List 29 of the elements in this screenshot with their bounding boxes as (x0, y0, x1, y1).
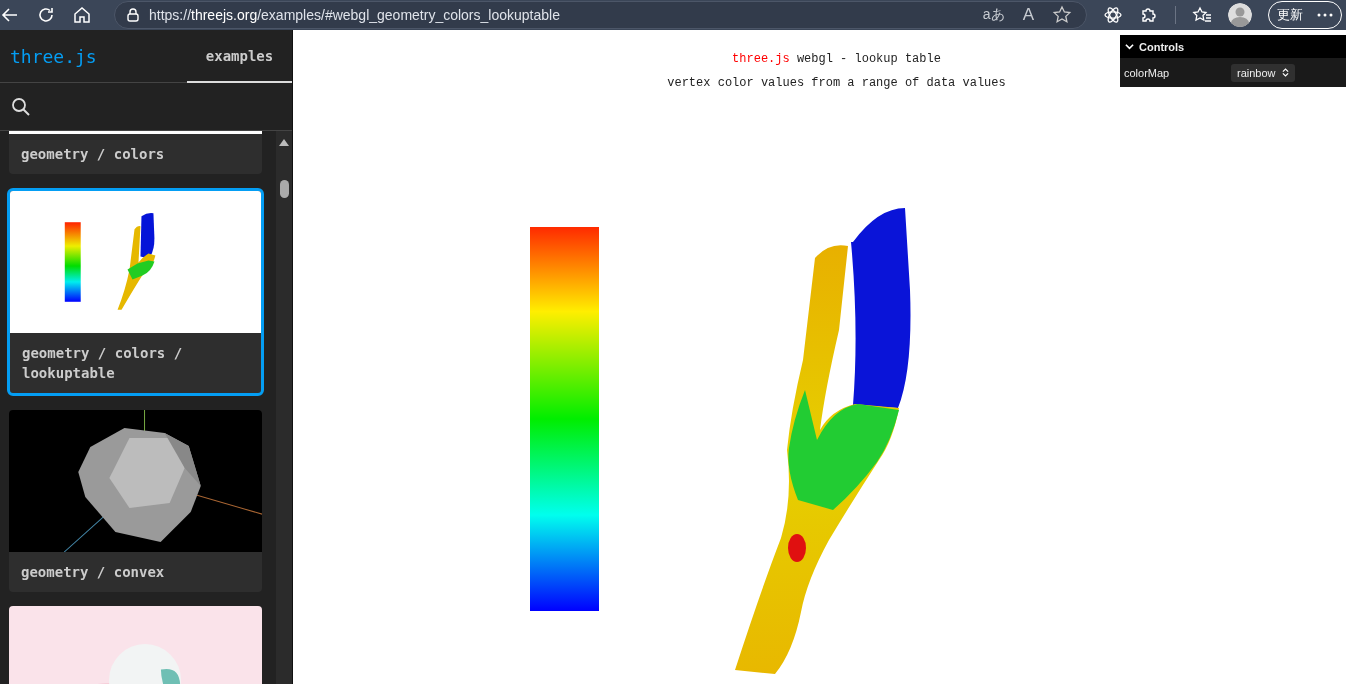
lock-icon (125, 7, 141, 23)
url-text: https://threejs.org/examples/#webgl_geometry_colors_lookuptable (149, 7, 560, 23)
scroll-up-icon[interactable] (279, 139, 289, 146)
control-label: colorMap (1124, 66, 1171, 79)
page-subtitle: vertex color values from a range of data values (667, 75, 1006, 92)
controls-header[interactable]: Controls (1120, 35, 1346, 58)
avatar-icon[interactable] (1228, 3, 1252, 27)
search-icon[interactable] (11, 96, 31, 117)
updown-icon (1281, 68, 1289, 77)
more-icon[interactable] (1317, 13, 1333, 17)
colormap-select[interactable]: rainbow (1231, 63, 1295, 82)
favorites-icon[interactable] (1192, 5, 1212, 25)
example-card[interactable]: geometry / convex (9, 410, 262, 592)
scrollbar-thumb[interactable] (279, 180, 289, 198)
example-card[interactable]: geometry / colors / lookuptable (7, 188, 264, 396)
logo[interactable]: three.js (0, 30, 187, 82)
caret-icon (1125, 42, 1134, 51)
home-icon[interactable] (72, 5, 92, 25)
scrollbar[interactable] (276, 131, 292, 684)
star-icon[interactable] (1052, 5, 1072, 25)
example-card[interactable]: geometry / colors (9, 131, 262, 174)
read-aloud-icon[interactable]: A (1022, 5, 1034, 25)
atom-icon[interactable] (1103, 5, 1123, 25)
translate-icon[interactable]: aあ (982, 6, 1005, 24)
page-title: webgl - lookup table (796, 52, 941, 66)
reload-icon[interactable] (36, 5, 56, 25)
threejs-link[interactable]: three.js (732, 52, 790, 66)
address-bar[interactable]: https://threejs.org/examples/#webgl_geometry_colors_lookuptable aあ A (114, 1, 1087, 29)
puzzle-icon[interactable] (1139, 5, 1159, 25)
